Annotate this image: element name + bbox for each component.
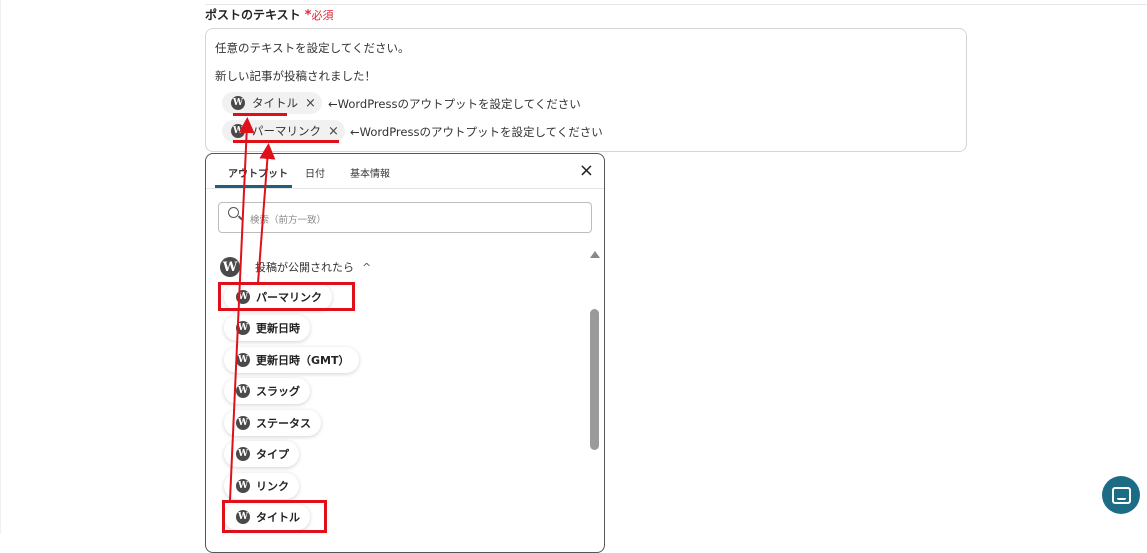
arrow-to-permalink-chip: [257, 143, 276, 284]
chat-icon: [1111, 486, 1131, 504]
annotation-arrows: [229, 117, 276, 501]
chat-support-button[interactable]: [1102, 476, 1140, 514]
arrow-to-title-chip: [229, 117, 255, 501]
